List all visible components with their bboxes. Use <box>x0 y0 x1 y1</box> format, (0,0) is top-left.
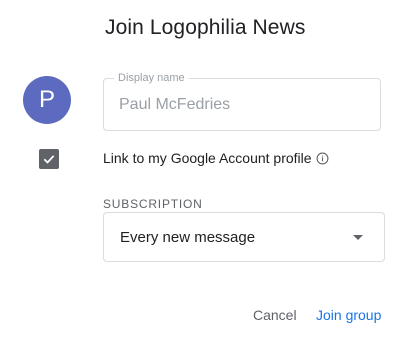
subscription-selected-value: Every new message <box>120 229 256 246</box>
info-icon[interactable] <box>316 152 329 165</box>
checkmark-icon <box>43 155 55 164</box>
display-name-label: Display name <box>114 72 189 84</box>
dialog-title: Join Logophilia News <box>105 16 306 39</box>
subscription-label: SUBSCRIPTION <box>103 197 203 211</box>
join-group-dialog: Join Logophilia News P Display name Paul… <box>0 0 418 357</box>
subscription-select[interactable]: Every new message <box>103 212 385 262</box>
avatar: P <box>23 76 71 124</box>
cancel-button[interactable]: Cancel <box>253 307 297 323</box>
link-profile-label: Link to my Google Account profile <box>103 150 312 166</box>
join-group-button[interactable]: Join group <box>316 307 381 323</box>
link-profile-checkbox[interactable] <box>39 149 59 169</box>
display-name-field[interactable]: Display name Paul McFedries <box>103 72 381 131</box>
dropdown-arrow-icon <box>353 235 363 240</box>
link-profile-row: Link to my Google Account profile <box>103 150 329 166</box>
avatar-letter: P <box>38 86 55 113</box>
display-name-value[interactable]: Paul McFedries <box>119 96 230 114</box>
